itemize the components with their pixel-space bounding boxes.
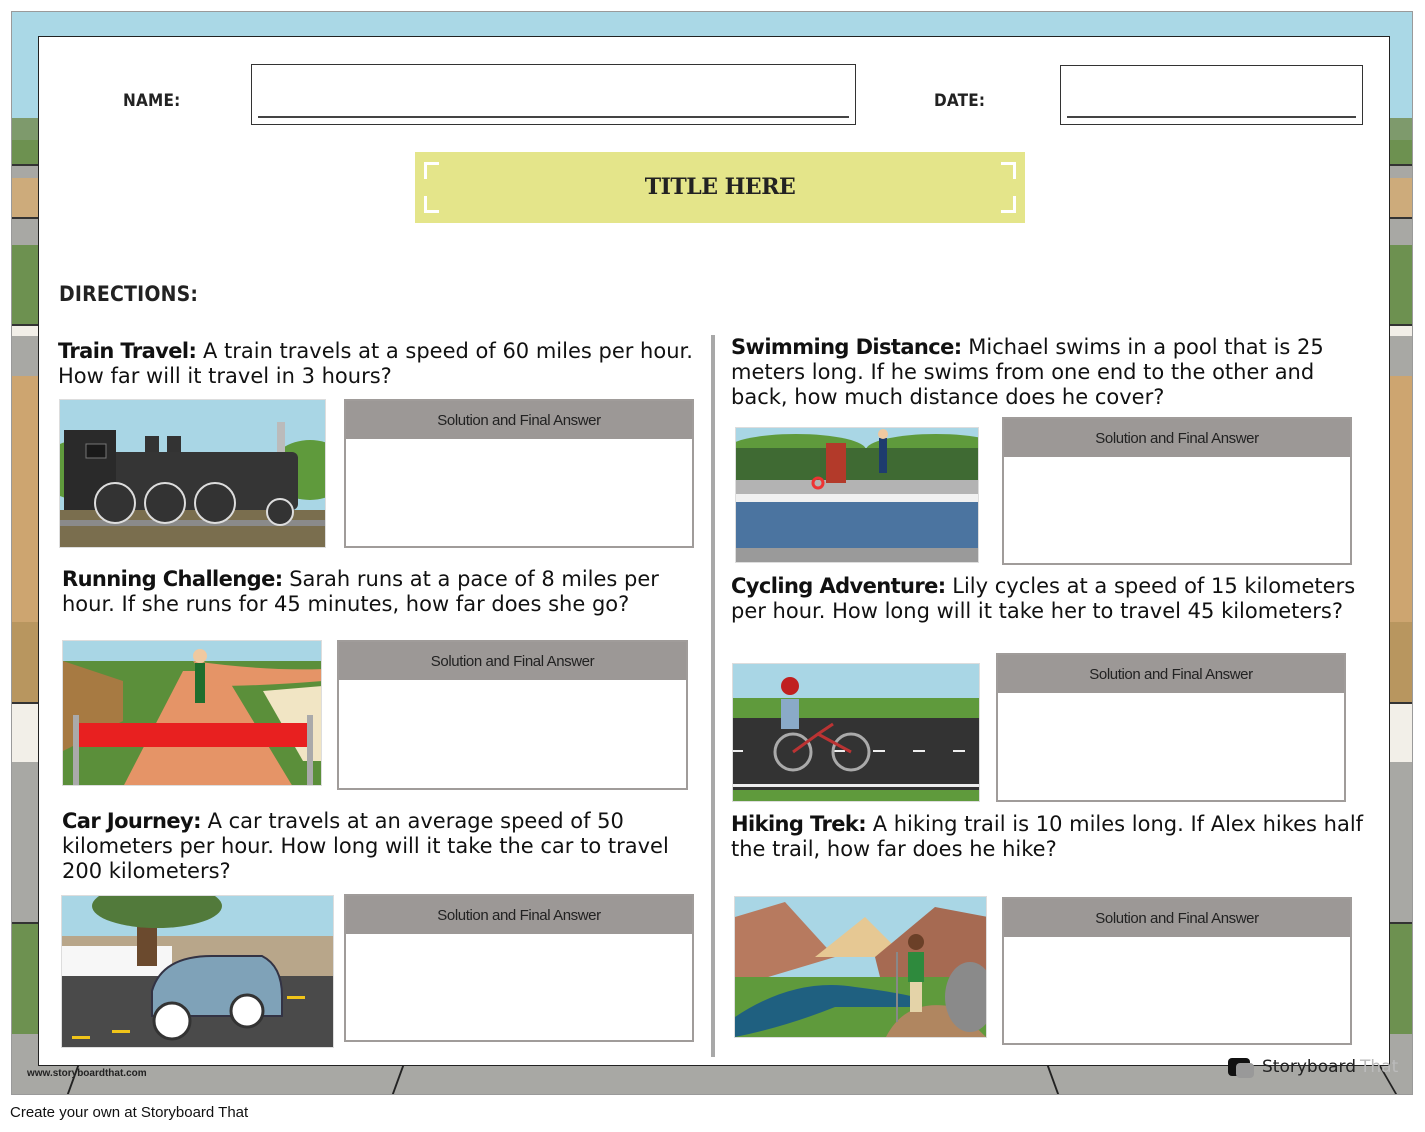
cyclist-road-illustration [733,664,979,801]
problem-heading: Running Challenge: [62,567,283,591]
answer-box-train[interactable]: Solution and Final Answer [344,399,694,548]
logo-word-storyboard: Storyboard [1262,1057,1356,1077]
car-image [61,895,334,1048]
problem-swimming-text: Swimming Distance: Michael swims in a po… [731,335,1371,410]
name-underline [258,116,849,118]
name-field[interactable] [251,64,856,125]
problem-heading: Swimming Distance: [731,335,962,359]
hiking-image [734,896,987,1038]
problem-cycling-text: Cycling Adventure: Lily cycles at a spee… [731,574,1371,624]
problem-heading: Hiking Trek: [731,812,867,836]
swimming-image [735,427,979,563]
logo-word-that: That [1360,1057,1399,1077]
problem-running-text: Running Challenge: Sarah runs at a pace … [62,567,702,617]
vintage-car-road-illustration [62,896,333,1047]
date-field[interactable] [1060,65,1363,125]
directions-label: DIRECTIONS: [59,282,199,306]
answer-box-header: Solution and Final Answer [1004,419,1350,457]
answer-box-car[interactable]: Solution and Final Answer [344,894,694,1042]
problem-hiking-text: Hiking Trek: A hiking trail is 10 miles … [731,812,1371,862]
create-your-own-link[interactable]: Create your own at Storyboard That [10,1104,248,1121]
answer-box-hiking[interactable]: Solution and Final Answer [1002,897,1352,1045]
column-divider [711,335,715,1057]
floor-line [391,1064,405,1094]
answer-box-header: Solution and Final Answer [998,655,1344,693]
answer-box-running[interactable]: Solution and Final Answer [337,640,688,790]
answer-box-header: Solution and Final Answer [339,642,686,680]
hiker-canyon-river-illustration [735,897,986,1037]
answer-box-cycling[interactable]: Solution and Final Answer [996,653,1346,802]
problem-train-text: Train Travel: A train travels at a speed… [58,339,698,389]
speech-bubble-logo-icon [1228,1058,1254,1078]
problem-heading: Train Travel: [58,339,197,363]
answer-box-header: Solution and Final Answer [1004,899,1350,937]
storyboardthat-url[interactable]: www.storyboardthat.com [27,1068,147,1079]
worksheet-title: TITLE HERE [644,174,796,200]
running-image [62,640,322,786]
date-label: DATE: [934,91,986,111]
running-track-finish-line-illustration [63,641,321,785]
train-image [59,399,326,548]
name-label: NAME: [123,91,181,111]
date-underline [1067,116,1356,118]
problem-car-text: Car Journey: A car travels at an average… [62,809,702,884]
answer-box-header: Solution and Final Answer [346,401,692,439]
cycling-image [732,663,980,802]
storyboardthat-logo[interactable]: Storyboard That [1228,1057,1399,1078]
steam-locomotive-illustration [60,400,325,547]
worksheet-sheet: NAME: DATE: TITLE HERE DIRECTIONS: Train… [38,36,1390,1066]
answer-box-header: Solution and Final Answer [346,896,692,934]
swimming-pool-illustration [736,428,978,562]
problem-heading: Car Journey: [62,809,201,833]
problem-heading: Cycling Adventure: [731,574,946,598]
floor-line [1046,1064,1060,1094]
title-banner[interactable]: TITLE HERE [415,152,1025,223]
answer-box-swimming[interactable]: Solution and Final Answer [1002,417,1352,565]
